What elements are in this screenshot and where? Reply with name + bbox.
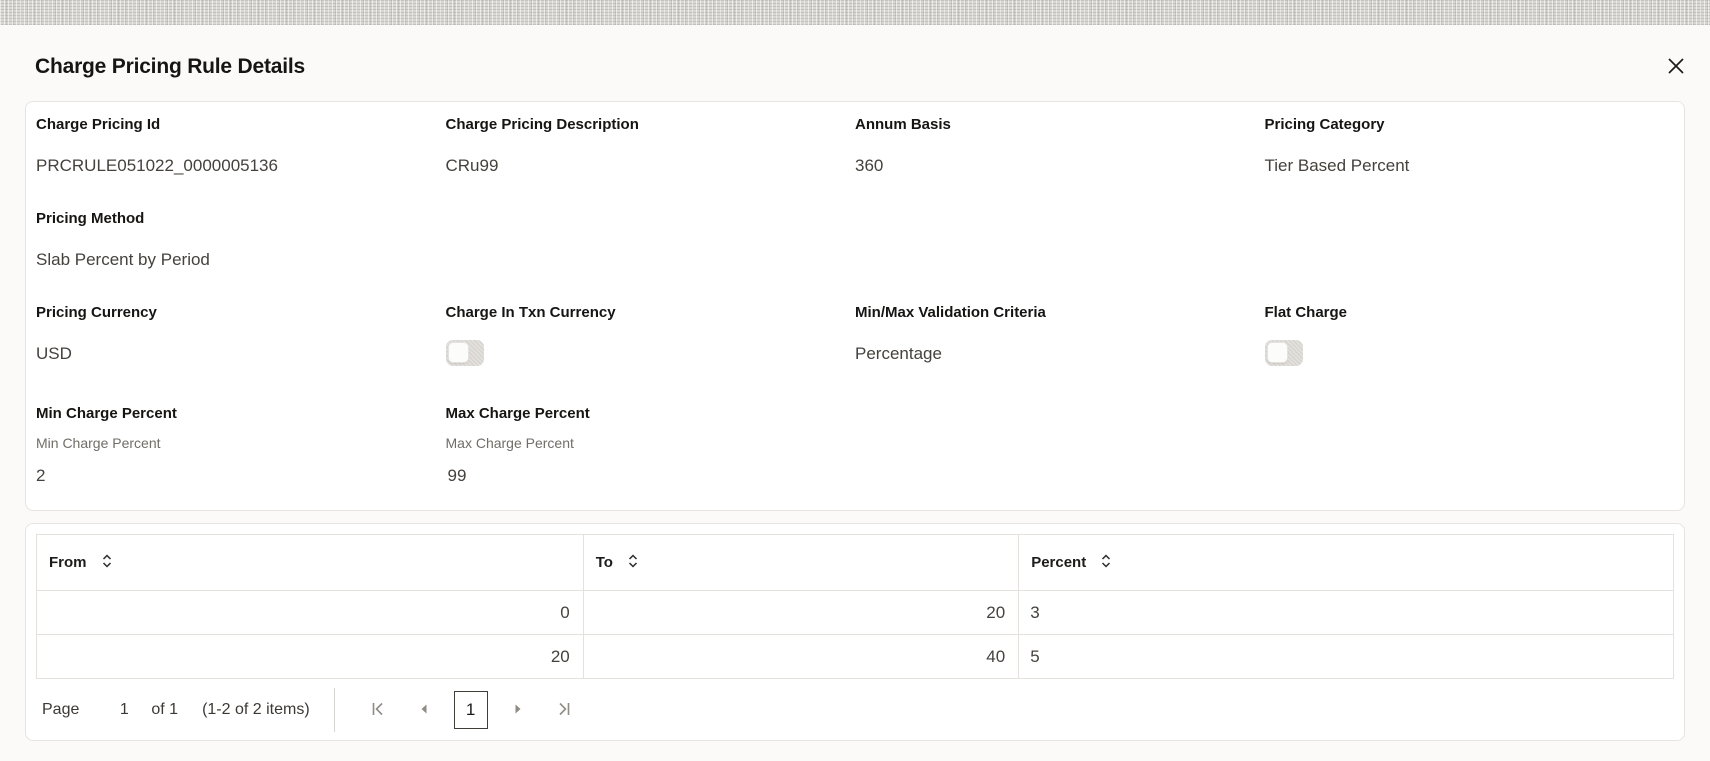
last-page-icon	[555, 700, 573, 721]
flat-charge-label: Flat Charge	[1265, 304, 1645, 322]
annum-basis-label: Annum Basis	[855, 116, 1235, 134]
chevron-right-icon	[509, 700, 527, 721]
field-pricing-currency: Pricing Currency USD	[36, 304, 446, 371]
toggle-knob	[1267, 342, 1288, 363]
chevron-left-icon	[415, 700, 433, 721]
min-max-validation-criteria-value: Percentage	[855, 344, 1235, 364]
row1-from-cell: 0	[37, 591, 584, 635]
field-row-1: Charge Pricing Id PRCRULE051022_00000051…	[36, 116, 1674, 176]
min-max-validation-criteria-label: Min/Max Validation Criteria	[855, 304, 1235, 322]
field-row-3: Pricing Currency USD Charge In Txn Curre…	[36, 304, 1674, 371]
field-charge-pricing-id: Charge Pricing Id PRCRULE051022_00000051…	[36, 116, 446, 176]
tier-table-card: From To	[25, 523, 1685, 741]
min-charge-percent-value: 2	[36, 466, 416, 486]
modal-header: Charge Pricing Rule Details	[0, 25, 1710, 101]
max-charge-percent-label: Max Charge Percent	[446, 405, 826, 423]
last-page-button[interactable]	[550, 696, 578, 724]
max-charge-percent-value: 99	[446, 466, 826, 486]
charge-pricing-rule-details-modal: Charge Pricing Rule Details Charge Prici…	[0, 25, 1710, 761]
percent-column-label: Percent	[1031, 554, 1086, 571]
table-header-row: From To	[37, 535, 1674, 591]
charge-in-txn-currency-toggle[interactable]	[446, 340, 484, 366]
column-header-percent[interactable]: Percent	[1019, 535, 1674, 591]
annum-basis-value: 360	[855, 156, 1235, 176]
column-header-to[interactable]: To	[583, 535, 1018, 591]
page-label: Page	[42, 701, 79, 719]
toggle-knob	[448, 342, 469, 363]
charge-pricing-id-value: PRCRULE051022_0000005136	[36, 156, 416, 176]
items-count-label: (1-2 of 2 items)	[202, 701, 310, 719]
row2-percent-cell: 5	[1019, 635, 1674, 679]
field-row-2: Pricing Method Slab Percent by Period	[36, 210, 1674, 270]
field-max-charge-percent: Max Charge Percent Max Charge Percent 99	[446, 405, 856, 486]
pagination-bar: Page 1 of 1 (1-2 of 2 items) 1	[36, 679, 1674, 741]
table-row: 20 40 5	[37, 635, 1674, 679]
min-charge-percent-label: Min Charge Percent	[36, 405, 416, 423]
table-row: 0 20 3	[37, 591, 1674, 635]
close-button[interactable]	[1660, 51, 1692, 83]
pricing-category-value: Tier Based Percent	[1265, 156, 1645, 176]
pricing-currency-label: Pricing Currency	[36, 304, 416, 322]
pricing-method-value: Slab Percent by Period	[36, 250, 416, 270]
charge-in-txn-currency-label: Charge In Txn Currency	[446, 304, 826, 322]
window-top-texture	[0, 0, 1710, 25]
charge-pricing-description-label: Charge Pricing Description	[446, 116, 826, 134]
field-charge-in-txn-currency: Charge In Txn Currency	[446, 304, 856, 371]
row1-to-cell: 20	[583, 591, 1018, 635]
row2-from-cell: 20	[37, 635, 584, 679]
pagination-divider	[334, 688, 335, 732]
charge-pricing-id-label: Charge Pricing Id	[36, 116, 416, 134]
field-charge-pricing-description: Charge Pricing Description CRu99	[446, 116, 856, 176]
next-page-button[interactable]	[504, 696, 532, 724]
flat-charge-toggle[interactable]	[1265, 340, 1303, 366]
to-column-label: To	[596, 554, 613, 571]
charge-pricing-description-value: CRu99	[446, 156, 826, 176]
pricing-category-label: Pricing Category	[1265, 116, 1645, 134]
field-pricing-method: Pricing Method Slab Percent by Period	[36, 210, 446, 270]
rule-details-fieldset: Charge Pricing Id PRCRULE051022_00000051…	[25, 101, 1685, 511]
close-icon	[1666, 56, 1686, 79]
from-column-label: From	[49, 554, 87, 571]
field-annum-basis: Annum Basis 360	[855, 116, 1265, 176]
current-page-button[interactable]: 1	[454, 691, 488, 729]
column-header-from[interactable]: From	[37, 535, 584, 591]
page-title: Charge Pricing Rule Details	[35, 55, 1675, 79]
previous-page-button[interactable]	[410, 696, 438, 724]
field-row-4: Min Charge Percent Min Charge Percent 2 …	[36, 405, 1674, 486]
pricing-currency-value: USD	[36, 344, 416, 364]
row2-to-cell: 40	[583, 635, 1018, 679]
max-charge-percent-sublabel: Max Charge Percent	[446, 435, 826, 452]
sort-icon[interactable]	[102, 553, 112, 573]
min-charge-percent-sublabel: Min Charge Percent	[36, 435, 416, 452]
field-min-charge-percent: Min Charge Percent Min Charge Percent 2	[36, 405, 446, 486]
first-page-icon	[369, 700, 387, 721]
page-of-label: of 1	[151, 701, 178, 719]
field-min-max-validation-criteria: Min/Max Validation Criteria Percentage	[855, 304, 1265, 371]
field-flat-charge: Flat Charge	[1265, 304, 1675, 371]
page-number-input[interactable]: 1	[107, 701, 141, 719]
sort-icon[interactable]	[1101, 553, 1111, 573]
first-page-button[interactable]	[364, 696, 392, 724]
pricing-method-label: Pricing Method	[36, 210, 416, 228]
field-pricing-category: Pricing Category Tier Based Percent	[1265, 116, 1675, 176]
tier-table: From To	[36, 534, 1674, 679]
sort-icon[interactable]	[628, 553, 638, 573]
row1-percent-cell: 3	[1019, 591, 1674, 635]
